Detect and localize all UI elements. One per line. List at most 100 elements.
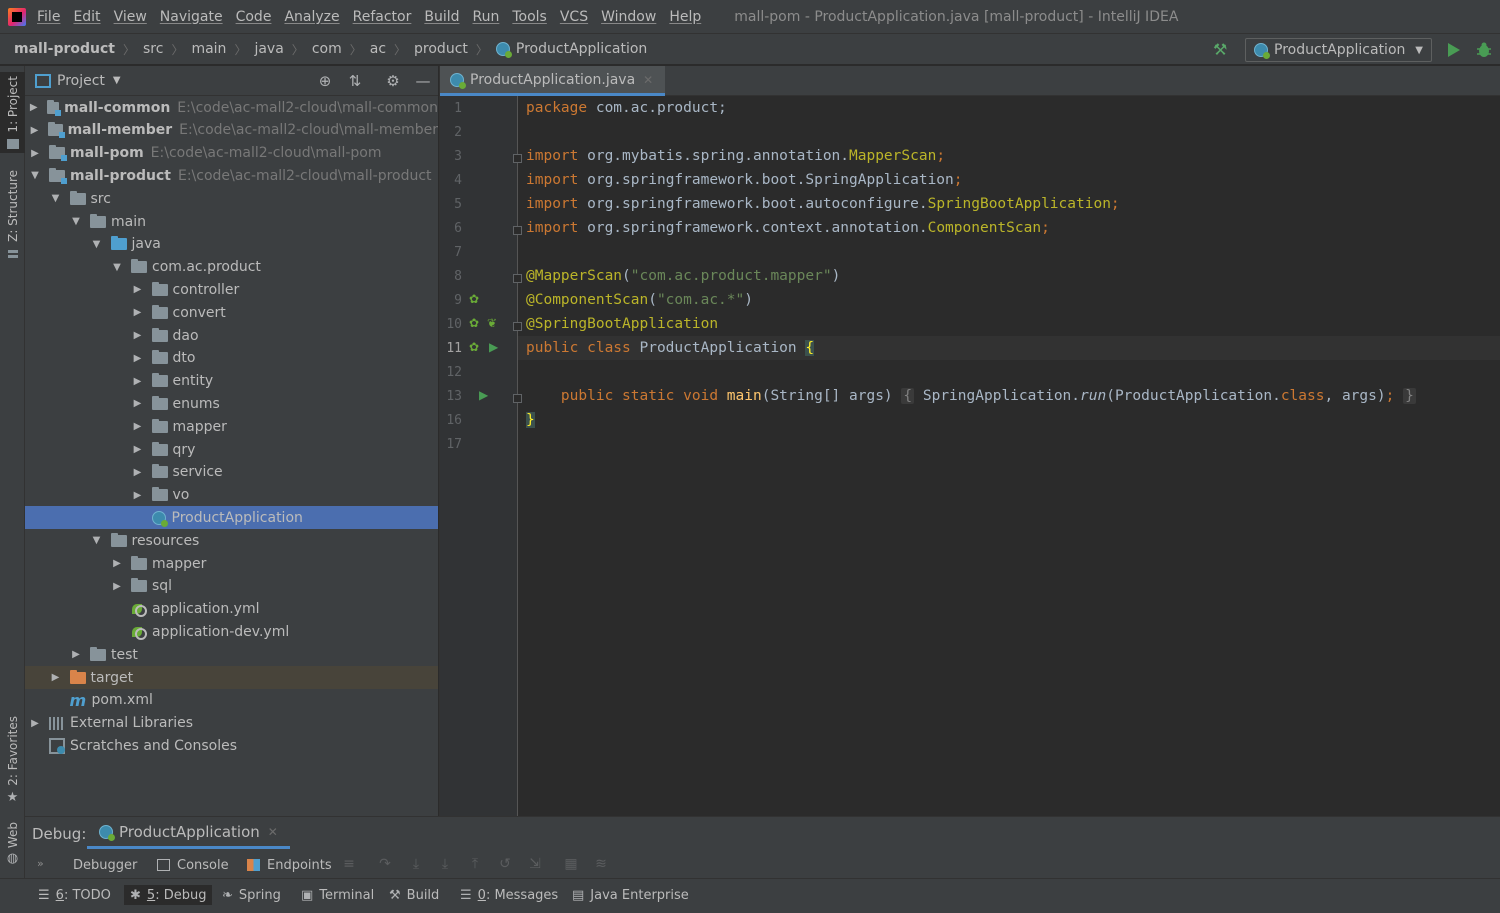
menu-build[interactable]: Build: [424, 9, 459, 25]
gear-icon[interactable]: ⚙: [385, 73, 401, 89]
step-out-icon[interactable]: ⤒: [467, 856, 483, 872]
tree-node[interactable]: ▶ qry: [25, 438, 438, 461]
tree-node[interactable]: ▶ mall-member E:\code\ac-mall2-cloud\mall-…: [25, 119, 438, 142]
tree-node[interactable]: ▶ controller: [25, 278, 438, 301]
tree-node[interactable]: ▶ service: [25, 461, 438, 484]
fold-marker-icon[interactable]: [513, 226, 522, 235]
tree-node[interactable]: ▶ convert: [25, 301, 438, 324]
debug-tab-endpoints[interactable]: Endpoints: [247, 855, 332, 875]
spring-bean-gutter-icon[interactable]: ✿: [469, 316, 479, 330]
tree-node[interactable]: ▼ resources: [25, 529, 438, 552]
breadcrumb-main[interactable]: main: [191, 41, 226, 57]
debug-session-tab[interactable]: ProductApplication ✕: [87, 817, 290, 849]
tree-node[interactable]: ▶Scratches and Consoles: [25, 734, 438, 757]
run-configuration-select[interactable]: ProductApplication ▼: [1245, 38, 1432, 62]
breadcrumb-ac[interactable]: ac: [370, 41, 386, 57]
evaluate-expression-icon[interactable]: ▦: [563, 856, 579, 872]
tool-tab-messages[interactable]: ☰ 0: Messages: [460, 885, 558, 905]
collapse-arrow-icon[interactable]: ▶: [132, 398, 144, 409]
run-gutter-icon[interactable]: ▶: [479, 388, 488, 402]
debug-tab-debugger[interactable]: Debugger: [73, 855, 137, 875]
spring-bean-gutter-icon[interactable]: ✿: [469, 292, 479, 306]
close-tab-icon[interactable]: ✕: [268, 825, 278, 839]
menu-tools[interactable]: Tools: [512, 9, 547, 25]
collapse-arrow-icon[interactable]: ▶: [132, 444, 144, 455]
close-tab-icon[interactable]: ✕: [643, 73, 653, 87]
tree-node[interactable]: ▶ sql: [25, 575, 438, 598]
tool-tab-todo[interactable]: ☰ 6: TODO: [38, 885, 111, 905]
collapse-arrow-icon[interactable]: ▶: [111, 558, 123, 569]
tree-node[interactable]: ▶ target: [25, 666, 438, 689]
menu-navigate[interactable]: Navigate: [160, 9, 223, 25]
breadcrumb-module[interactable]: mall-product: [14, 41, 115, 57]
step-into-icon[interactable]: ⤓: [437, 856, 453, 872]
collapse-arrow-icon[interactable]: ▶: [132, 307, 144, 318]
step-over-icon[interactable]: ⤓: [408, 856, 424, 872]
tool-tab-project[interactable]: 1: Project: [0, 72, 25, 153]
menu-edit[interactable]: Edit: [73, 9, 100, 25]
tool-tab-terminal[interactable]: ▣ Terminal: [301, 885, 374, 905]
tool-tab-structure[interactable]: Z: Structure: [0, 170, 25, 258]
expand-arrow-icon[interactable]: ▼: [91, 535, 103, 546]
tool-tab-debug[interactable]: ✱ 5: Debug: [124, 885, 213, 905]
trace-current-stream-icon[interactable]: ≋: [593, 856, 609, 872]
build-hammer-icon[interactable]: ⚒: [1213, 41, 1231, 59]
fold-marker-icon[interactable]: [513, 322, 522, 331]
debug-tab-console[interactable]: Console: [157, 855, 229, 875]
fold-marker-icon[interactable]: [513, 394, 522, 403]
tree-node[interactable]: ▶ mapper: [25, 552, 438, 575]
run-to-cursor-icon[interactable]: ⇲: [527, 856, 543, 872]
collapse-arrow-icon[interactable]: ▶: [132, 284, 144, 295]
tree-node[interactable]: ▶ enums: [25, 392, 438, 415]
collapse-arrow-icon[interactable]: ▶: [132, 421, 144, 432]
tool-tab-java-enterprise[interactable]: ▤ Java Enterprise: [572, 885, 689, 905]
spring-config-gutter-icon[interactable]: ❦: [487, 316, 497, 330]
collapse-arrow-icon[interactable]: ▶: [29, 718, 41, 729]
collapse-all-icon[interactable]: ⇅: [347, 73, 363, 89]
fold-marker-icon[interactable]: [513, 154, 522, 163]
tool-tab-web[interactable]: Web ◍: [0, 822, 25, 866]
menu-refactor[interactable]: Refactor: [353, 9, 412, 25]
tree-node[interactable]: ▼ mall-product E:\code\ac-mall2-cloud\mall…: [25, 164, 438, 187]
tree-node[interactable]: ▶mpom.xml: [25, 689, 438, 712]
collapse-arrow-icon[interactable]: ▶: [29, 125, 40, 136]
breadcrumb-src[interactable]: src: [143, 41, 163, 57]
expand-arrow-icon[interactable]: ▼: [50, 193, 62, 204]
hide-panel-icon[interactable]: —: [415, 73, 431, 89]
tree-node[interactable]: ▶application.yml: [25, 598, 438, 621]
run-icon[interactable]: [1446, 41, 1462, 59]
menu-analyze[interactable]: Analyze: [284, 9, 339, 25]
tree-node[interactable]: ▼ src: [25, 187, 438, 210]
tree-node[interactable]: ▶ProductApplication: [25, 506, 438, 530]
fold-marker-icon[interactable]: [513, 274, 522, 283]
editor-tab-product-application[interactable]: ProductApplication.java ✕: [440, 66, 666, 96]
collapse-arrow-icon[interactable]: ▶: [132, 330, 144, 341]
collapse-arrow-icon[interactable]: ▶: [132, 353, 144, 364]
collapse-arrow-icon[interactable]: ▶: [50, 672, 62, 683]
tool-tab-spring[interactable]: ❧ Spring: [222, 885, 281, 905]
project-view-title[interactable]: Project: [57, 73, 105, 89]
menu-file[interactable]: File: [37, 9, 60, 25]
tree-node[interactable]: ▶ dao: [25, 324, 438, 347]
menu-vcs[interactable]: VCS: [560, 9, 588, 25]
locate-file-icon[interactable]: ⊕: [317, 73, 333, 89]
tree-node[interactable]: ▶ vo: [25, 484, 438, 507]
tool-tab-build[interactable]: ⚒ Build: [389, 885, 439, 905]
menu-code[interactable]: Code: [236, 9, 272, 25]
tree-node[interactable]: ▶ test: [25, 643, 438, 666]
collapse-arrow-icon[interactable]: ▶: [111, 581, 123, 592]
breadcrumb-java[interactable]: java: [254, 41, 283, 57]
menu-view[interactable]: View: [114, 9, 147, 25]
collapse-arrow-icon[interactable]: ▶: [29, 148, 41, 159]
menu-run[interactable]: Run: [473, 9, 500, 25]
spring-bean-gutter-icon[interactable]: ✿: [469, 340, 479, 354]
collapse-arrow-icon[interactable]: ▶: [132, 467, 144, 478]
expand-arrow-icon[interactable]: ▼: [70, 216, 82, 227]
more-tabs-icon[interactable]: »: [37, 857, 44, 870]
tree-node[interactable]: ▶ mall-pom E:\code\ac-mall2-cloud\mall-pom: [25, 142, 438, 165]
tree-node[interactable]: ▼ main: [25, 210, 438, 233]
tree-node[interactable]: ▶ entity: [25, 370, 438, 393]
tool-tab-favorites[interactable]: 2: Favorites ★: [0, 716, 25, 805]
menu-help[interactable]: Help: [669, 9, 701, 25]
menu-window[interactable]: Window: [601, 9, 656, 25]
